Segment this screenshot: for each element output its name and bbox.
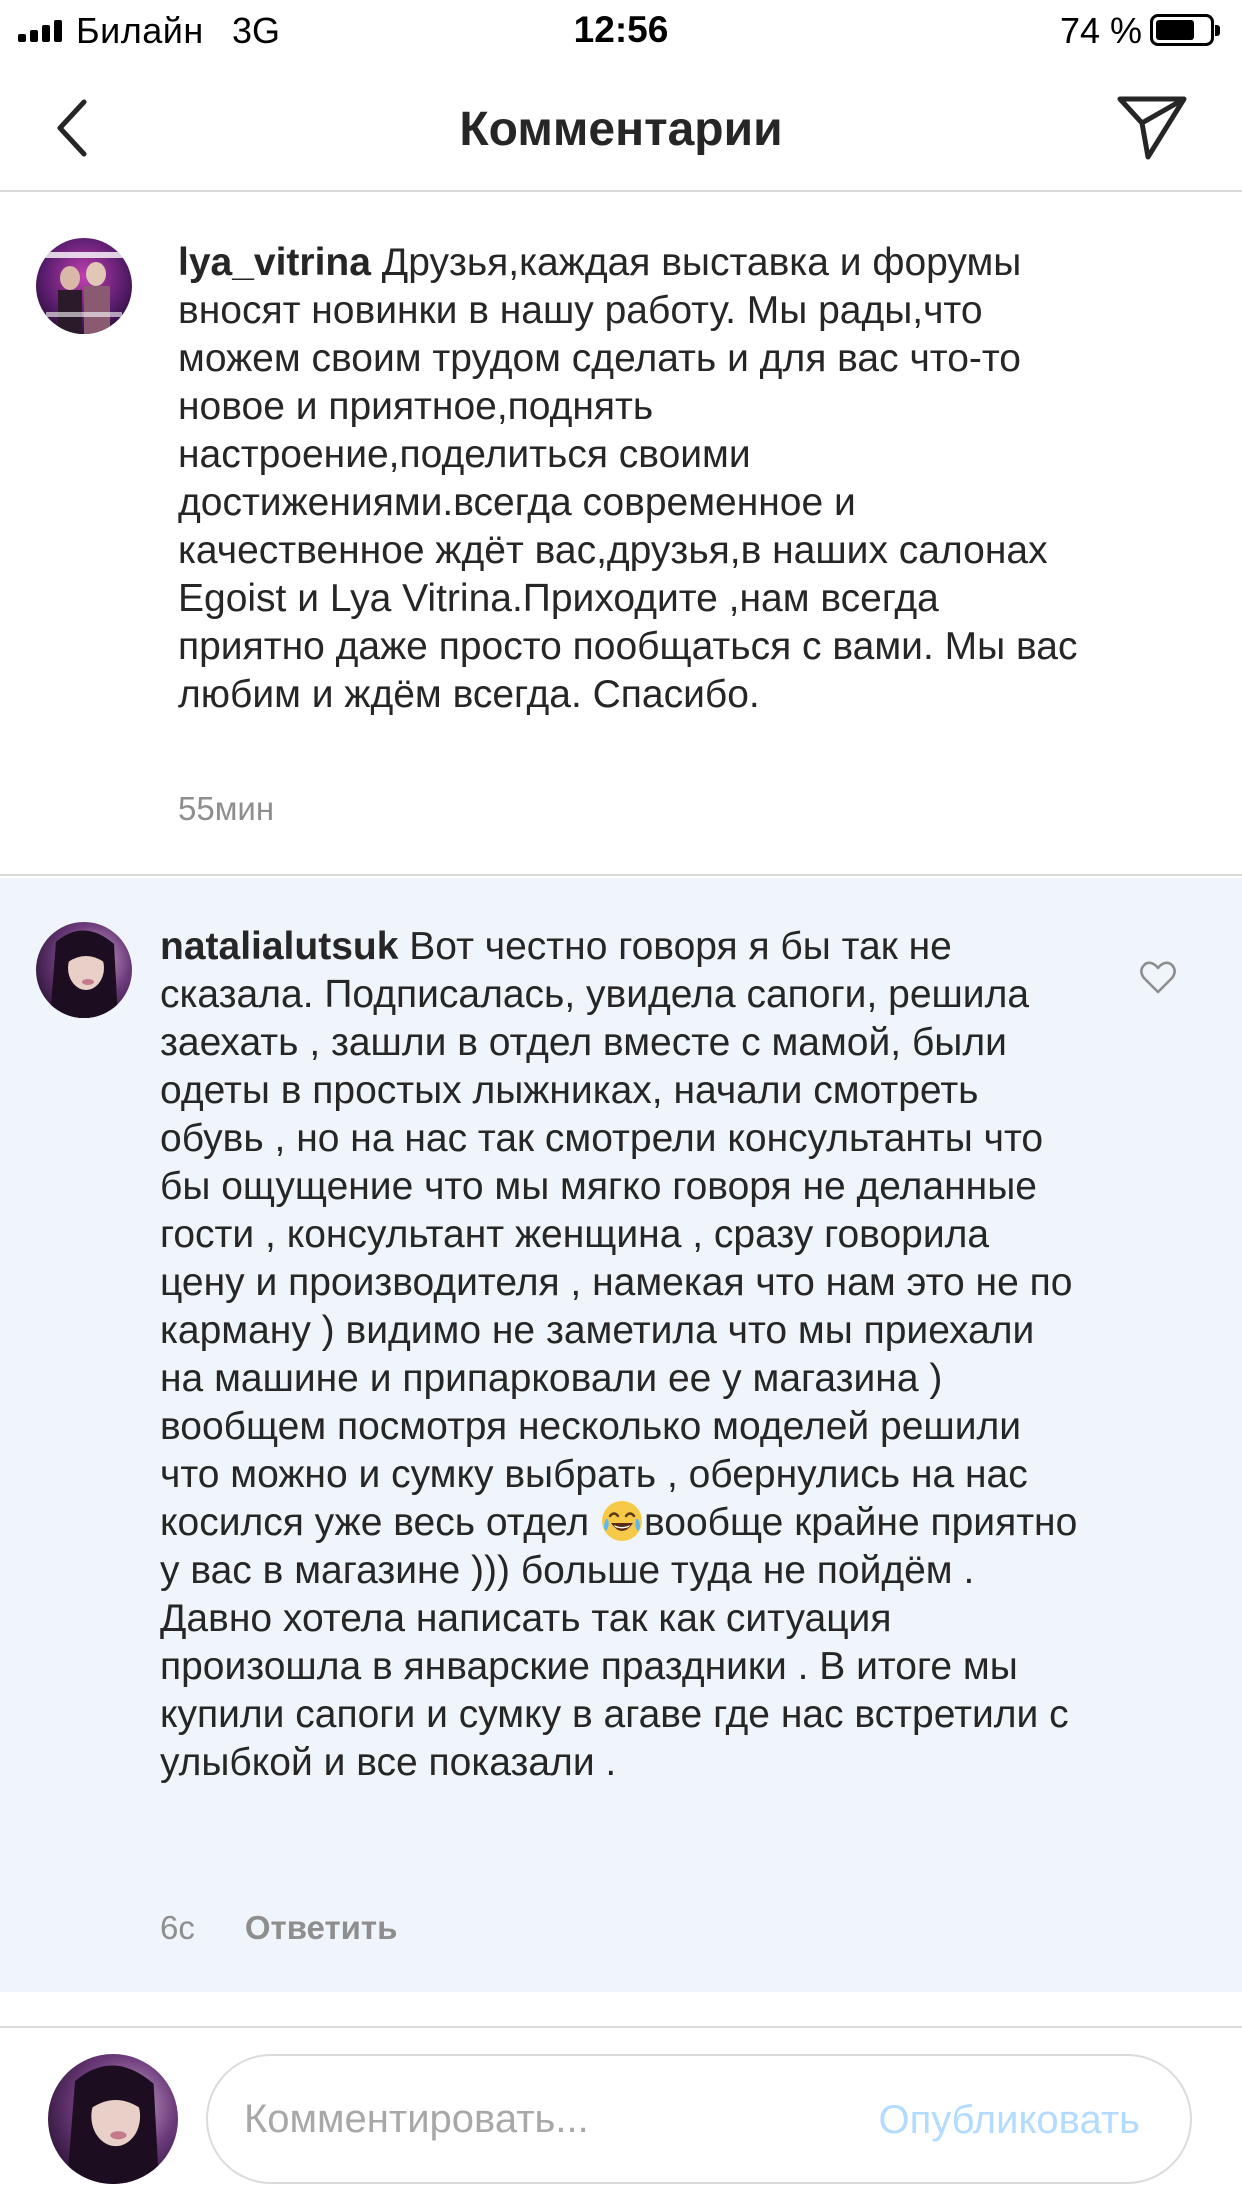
battery-icon (1150, 14, 1220, 46)
comment-input[interactable] (244, 2056, 844, 2182)
share-button[interactable] (1112, 92, 1192, 164)
comment-composer: Опубликовать (0, 2026, 1242, 2208)
avatar-image (36, 922, 132, 1018)
heart-outline-icon (1140, 961, 1176, 994)
avatar[interactable] (36, 922, 132, 1018)
comment-username[interactable]: natalialutsuk (160, 925, 398, 968)
tears-of-joy-emoji-icon (602, 1501, 643, 1541)
comment-username[interactable]: lya_vitrina (178, 241, 371, 284)
avatar-image (48, 2054, 178, 2184)
current-user-avatar (48, 2054, 178, 2184)
page-title: Комментарии (459, 103, 783, 156)
comment-meta: 6с Ответить (160, 1909, 397, 1947)
comment-timestamp: 6с (160, 1909, 195, 1946)
battery-level-fill (1156, 20, 1195, 40)
comment-item: natalialutsuk Вот честно говоря я бы так… (0, 878, 1242, 1992)
comment-text: natalialutsuk Вот честно говоря я бы так… (160, 923, 1080, 1787)
publish-button[interactable]: Опубликовать (878, 2098, 1140, 2143)
comment-meta: 55мин (178, 790, 274, 828)
comment-input-container: Опубликовать (206, 2054, 1192, 2184)
comment-item: lya_vitrina Друзья,каждая выставка и фор… (0, 194, 1242, 876)
comment-message: Друзья,каждая выставка и форумы вносят н… (178, 241, 1078, 716)
reply-button[interactable]: Ответить (245, 1909, 398, 1947)
comment-message-part-1: Вот честно говоря я бы так не сказала. П… (160, 925, 1073, 1544)
avatar[interactable] (36, 238, 132, 334)
status-time: 12:56 (573, 9, 669, 50)
navigation-bar: Комментарии (0, 62, 1242, 192)
paper-plane-icon (1117, 96, 1187, 160)
battery-percentage: 74 % (1059, 10, 1142, 51)
status-bar: Билайн 3G 12:56 74 % (0, 0, 1242, 62)
comment-timestamp: 55мин (178, 790, 275, 827)
like-button[interactable] (1138, 958, 1178, 998)
comment-text: lya_vitrina Друзья,каждая выставка и фор… (178, 239, 1078, 719)
avatar-image (36, 238, 132, 334)
